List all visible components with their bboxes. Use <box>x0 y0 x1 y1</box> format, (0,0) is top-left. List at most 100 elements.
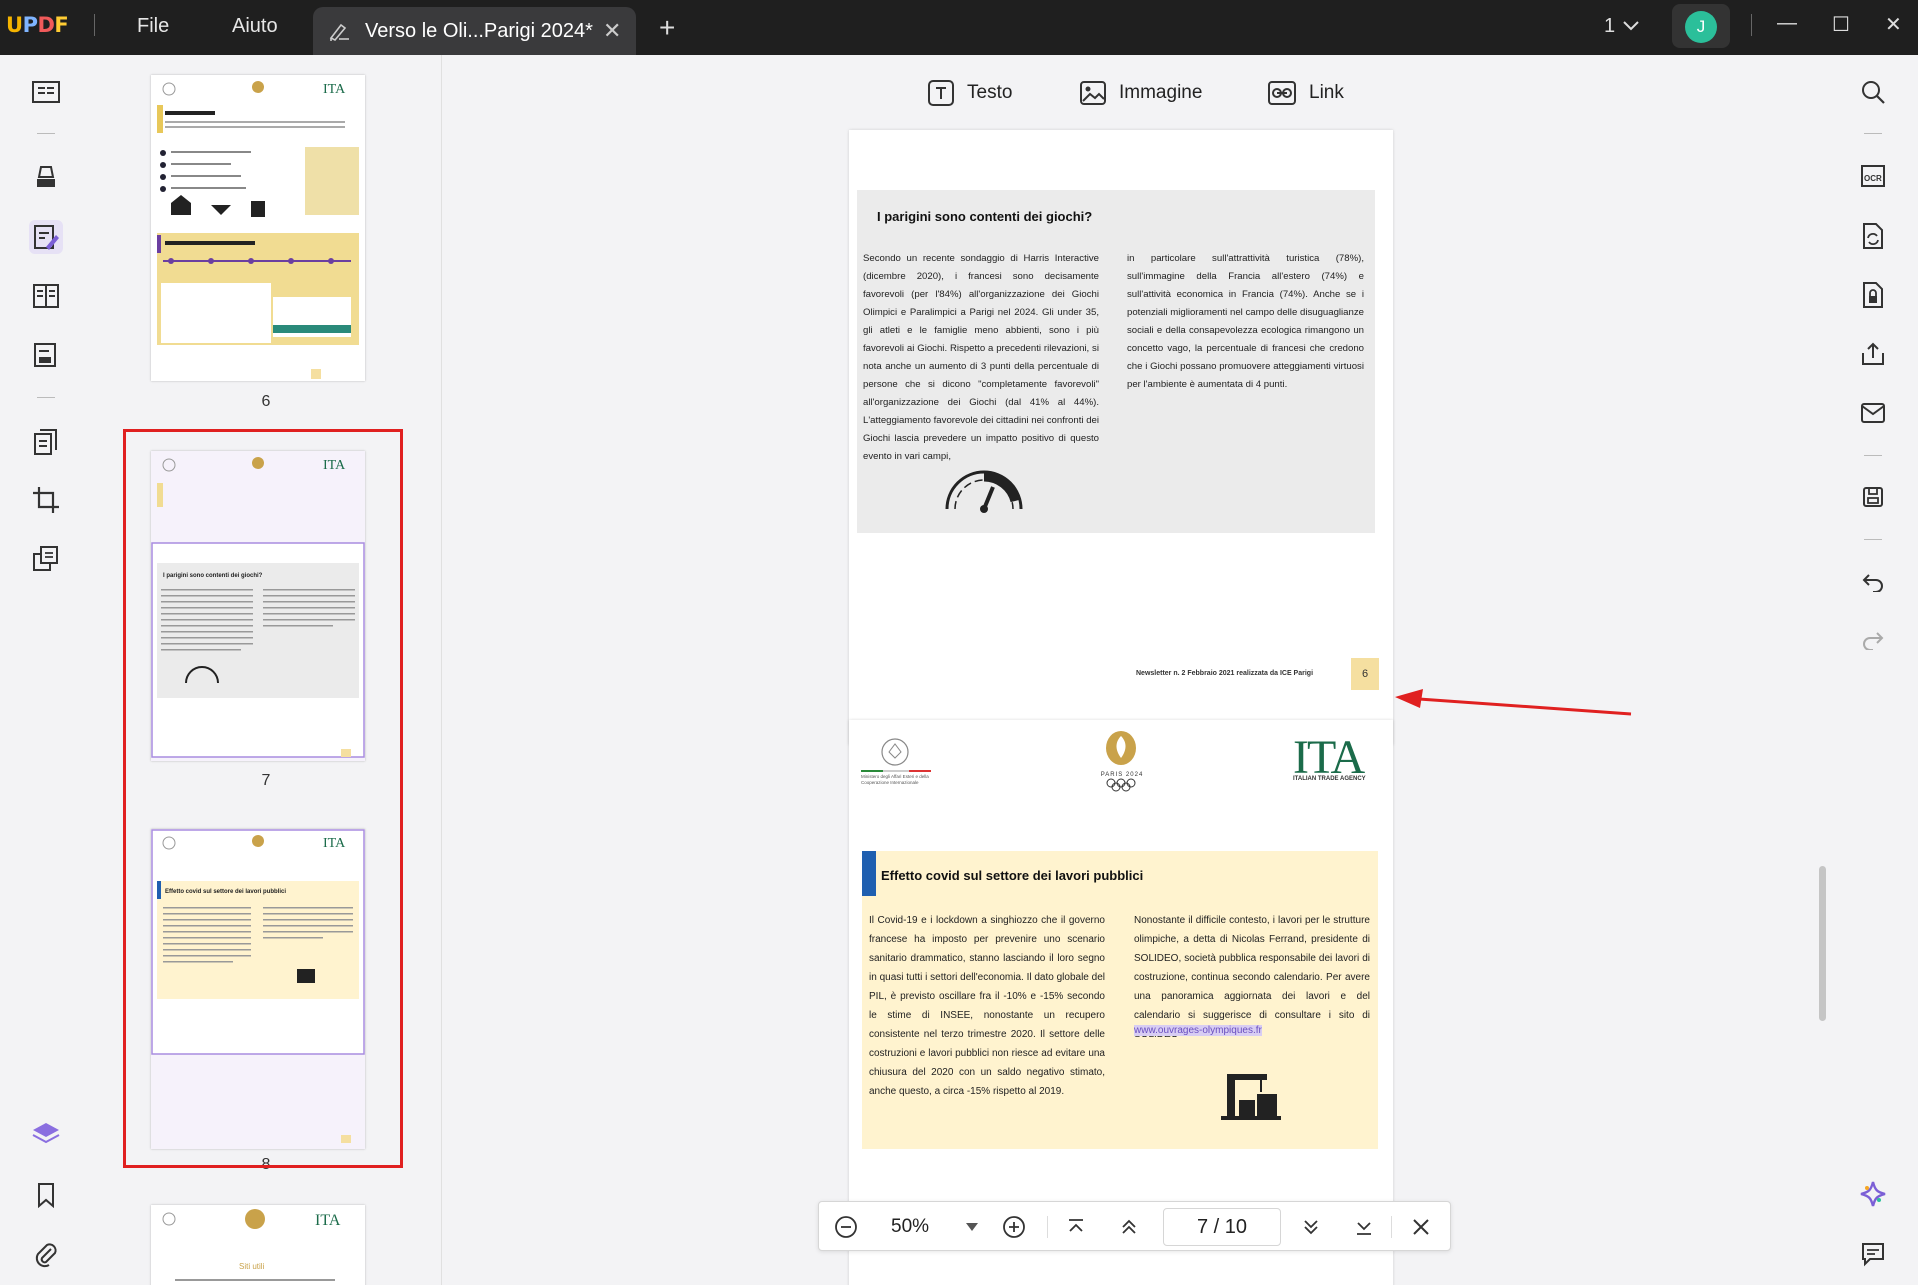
speedometer-icon <box>945 470 1023 513</box>
double-chevron-up-icon <box>1122 1219 1136 1234</box>
zoom-out-button[interactable] <box>833 1214 859 1240</box>
new-tab-button[interactable]: + <box>659 12 675 44</box>
crop-icon <box>33 487 59 513</box>
pages-icon <box>34 429 57 455</box>
add-image-button[interactable]: Immagine <box>1079 77 1202 109</box>
comment-icon <box>1862 1243 1884 1267</box>
olympic-rings-icon <box>1106 778 1136 792</box>
attachment-button[interactable] <box>29 1238 63 1272</box>
ai-assistant-button[interactable] <box>1856 1177 1890 1211</box>
paragraph-left: Secondo un recente sondaggio di Harris I… <box>863 253 1099 462</box>
zoom-level[interactable]: 50% <box>891 1216 929 1238</box>
chevron-down-icon[interactable] <box>1622 20 1640 32</box>
rail-separator <box>1864 455 1882 456</box>
svg-text:Siti utili: Siti utili <box>239 1262 265 1271</box>
lock-document-icon <box>1863 282 1883 308</box>
current-page: 7 <box>1196 1216 1209 1238</box>
window-count: 1 <box>1604 15 1616 37</box>
close-tab-icon[interactable]: ✕ <box>603 18 621 44</box>
avatar: J <box>1685 11 1717 43</box>
svg-text:ITA: ITA <box>323 82 346 97</box>
convert-pdf-button[interactable] <box>1856 219 1890 253</box>
batch-button[interactable] <box>29 542 63 576</box>
add-image-label: Immagine <box>1119 82 1203 103</box>
solideo-link[interactable]: www.ouvrages-olympiques.fr <box>1134 1025 1262 1036</box>
reader-mode-button[interactable] <box>29 75 63 109</box>
edit-toolbar: Testo Immagine Link <box>442 55 1828 130</box>
convert-button[interactable] <box>29 425 63 459</box>
page-separator: / <box>1213 1216 1220 1238</box>
thumbnail-panel[interactable]: ITA 6 ITA I parigini sono contenti dei g… <box>90 55 442 1285</box>
account-button[interactable]: J <box>1672 4 1730 48</box>
share-button[interactable] <box>1856 337 1890 371</box>
rail-separator <box>1864 133 1882 134</box>
ita-logo-subtitle: ITALIAN TRADE AGENCY <box>1293 776 1366 782</box>
page-number-field[interactable]: 7 / 10 <box>1163 1208 1281 1246</box>
comments-panel-button[interactable] <box>1856 1237 1890 1271</box>
total-pages: 10 <box>1224 1216 1248 1238</box>
maximize-button[interactable]: ☐ <box>1832 12 1850 37</box>
edit-pdf-button[interactable] <box>29 220 63 254</box>
thumbnail-page-9-preview: ITA Siti utili <box>162 1209 341 1281</box>
ai-sparkle-icon <box>1860 1181 1886 1207</box>
undo-button[interactable] <box>1856 565 1890 599</box>
highlighter-icon <box>37 166 55 187</box>
title-bar: UPDF File Aiuto Verso le Oli...Parigi 20… <box>0 0 1918 55</box>
page-organize-button[interactable] <box>29 279 63 313</box>
minimize-button[interactable]: — <box>1777 12 1797 35</box>
search-button[interactable] <box>1856 75 1890 109</box>
layers-stack-icon <box>33 546 58 571</box>
close-zoombar-button[interactable] <box>1408 1214 1434 1240</box>
menu-help[interactable]: Aiuto <box>232 15 278 38</box>
undo-icon <box>1862 574 1883 592</box>
ita-logo: ITA <box>1293 731 1365 784</box>
paperclip-icon <box>35 1243 57 1268</box>
thumbnail-page-6-preview: ITA <box>157 81 359 379</box>
add-link-button[interactable]: Link <box>1267 77 1344 109</box>
add-text-label: Testo <box>967 82 1013 103</box>
protect-button[interactable] <box>1856 278 1890 312</box>
mail-icon <box>1861 403 1885 423</box>
redo-button[interactable] <box>1856 623 1890 657</box>
bookmark-button[interactable] <box>29 1178 63 1212</box>
fill-sign-button[interactable] <box>29 338 63 372</box>
email-button[interactable] <box>1856 396 1890 430</box>
svg-text:ITA: ITA <box>315 1212 341 1229</box>
page-number-badge: 6 <box>1351 658 1379 690</box>
vertical-scrollbar[interactable] <box>1819 866 1826 1021</box>
pdf-page-6[interactable]: I parigini sono contenti dei giochi? Sec… <box>849 130 1393 745</box>
double-chevron-down-icon <box>1304 1220 1318 1235</box>
title-separator <box>94 14 95 36</box>
last-page-button[interactable] <box>1351 1214 1377 1240</box>
minus-circle-icon <box>835 1216 857 1238</box>
close-window-button[interactable]: ✕ <box>1885 12 1902 37</box>
zoom-in-button[interactable] <box>1001 1214 1027 1240</box>
share-icon <box>1862 342 1884 365</box>
menu-file[interactable]: File <box>137 15 169 38</box>
first-page-button[interactable] <box>1063 1214 1089 1240</box>
updf-logo[interactable]: UPDF <box>6 13 69 37</box>
section-accent-bar <box>862 851 876 896</box>
rail-separator <box>37 397 55 398</box>
paragraph-right: in particolare sull'attrattività turisti… <box>1127 253 1364 390</box>
thumbnail-page-9[interactable]: ITA Siti utili <box>151 1205 365 1285</box>
last-page-icon <box>1357 1222 1371 1235</box>
document-tab[interactable]: Verso le Oli...Parigi 2024* ✕ <box>313 7 636 55</box>
annotation-arrow <box>1395 689 1632 716</box>
add-text-button[interactable]: Testo <box>927 77 1012 109</box>
zoom-navigation-bar: 50% 7 / 10 <box>818 1201 1451 1251</box>
comment-tool-button[interactable] <box>29 160 63 194</box>
zoom-dropdown[interactable] <box>959 1214 985 1240</box>
layers-icon <box>32 1123 60 1144</box>
document-viewer[interactable]: Testo Immagine Link I parigini sono cont… <box>442 55 1828 1285</box>
ocr-button[interactable]: OCR <box>1856 159 1890 193</box>
next-page-button[interactable] <box>1298 1214 1324 1240</box>
layers-button[interactable] <box>29 1117 63 1151</box>
crop-button[interactable] <box>29 483 63 517</box>
thumbnail-page-6[interactable]: ITA <box>151 75 365 381</box>
save-button[interactable] <box>1856 480 1890 514</box>
svg-text:OCR: OCR <box>1864 174 1882 183</box>
image-icon <box>1080 81 1106 105</box>
previous-page-button[interactable] <box>1116 1214 1142 1240</box>
zoom-separator <box>1047 1216 1048 1238</box>
